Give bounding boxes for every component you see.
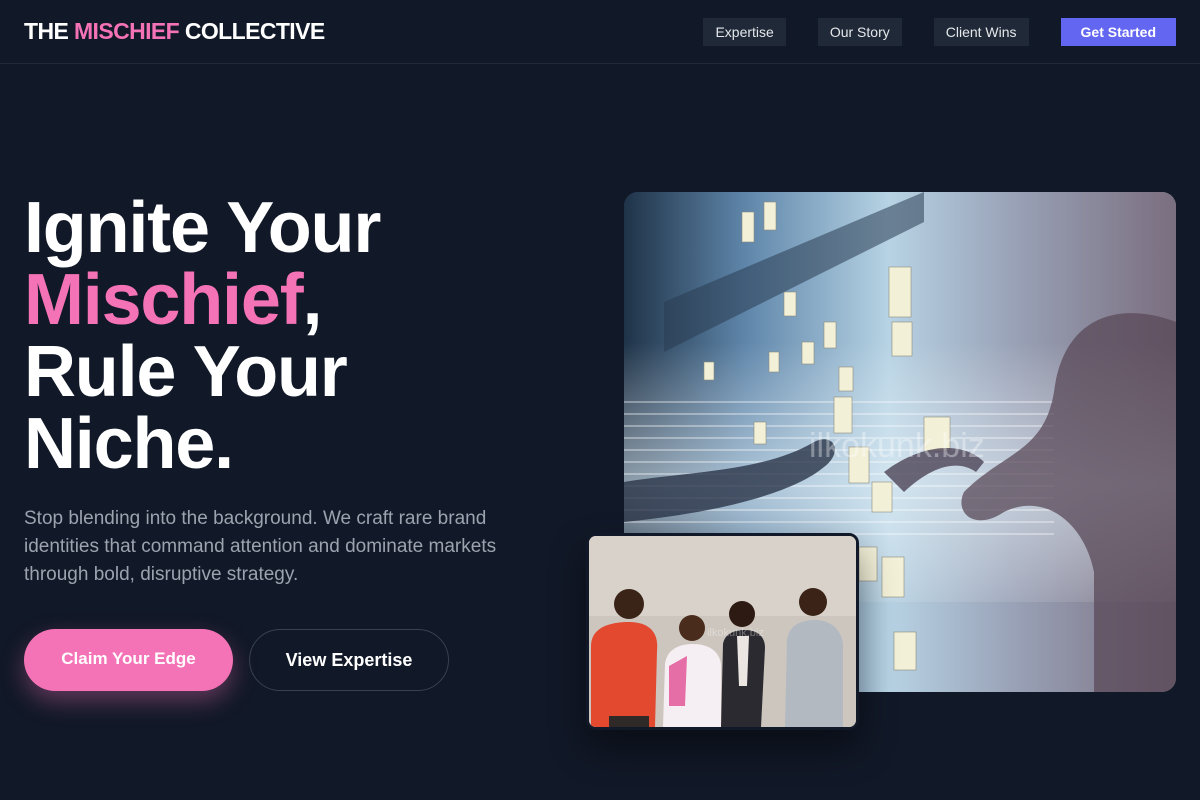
headline-line-2: Mischief, — [24, 264, 380, 336]
top-navigation-bar: THE MISCHIEF COLLECTIVE Expertise Our St… — [0, 0, 1200, 64]
nav-link-client-wins[interactable]: Client Wins — [933, 17, 1029, 46]
brand-logo[interactable]: THE MISCHIEF COLLECTIVE — [24, 18, 325, 45]
inset-image-watermark: ilkokunk.biz — [707, 627, 764, 639]
view-expertise-button[interactable]: View Expertise — [249, 629, 449, 691]
main-nav: Expertise Our Story Client Wins Get Star… — [671, 17, 1176, 46]
claim-your-edge-button[interactable]: Claim Your Edge — [24, 629, 233, 691]
brand-logo-highlight: MISCHIEF — [74, 18, 180, 44]
nav-link-expertise[interactable]: Expertise — [703, 17, 786, 46]
headline-accent-word: Mischief — [24, 260, 304, 340]
inset-image-team-laughing: ilkokunk.biz — [586, 533, 859, 730]
hero-image-watermark: ilkokunk.biz — [809, 427, 985, 465]
get-started-button[interactable]: Get Started — [1060, 17, 1176, 46]
headline-line-3: Rule Your — [24, 332, 348, 412]
headline-accent-punct: , — [302, 260, 322, 340]
brand-logo-suffix: COLLECTIVE — [179, 18, 325, 44]
nav-link-our-story[interactable]: Our Story — [817, 17, 902, 46]
hero-headline: Ignite Your Mischief, Rule Your Niche. — [24, 188, 381, 484]
brand-logo-prefix: THE — [24, 18, 74, 44]
inset-image-illustration: ilkokunk.biz — [589, 536, 856, 727]
hero-lede: Stop blending into the background. We cr… — [24, 508, 497, 585]
headline-line-4: Niche. — [24, 404, 234, 484]
headline-line-1: Ignite Your — [24, 188, 381, 268]
